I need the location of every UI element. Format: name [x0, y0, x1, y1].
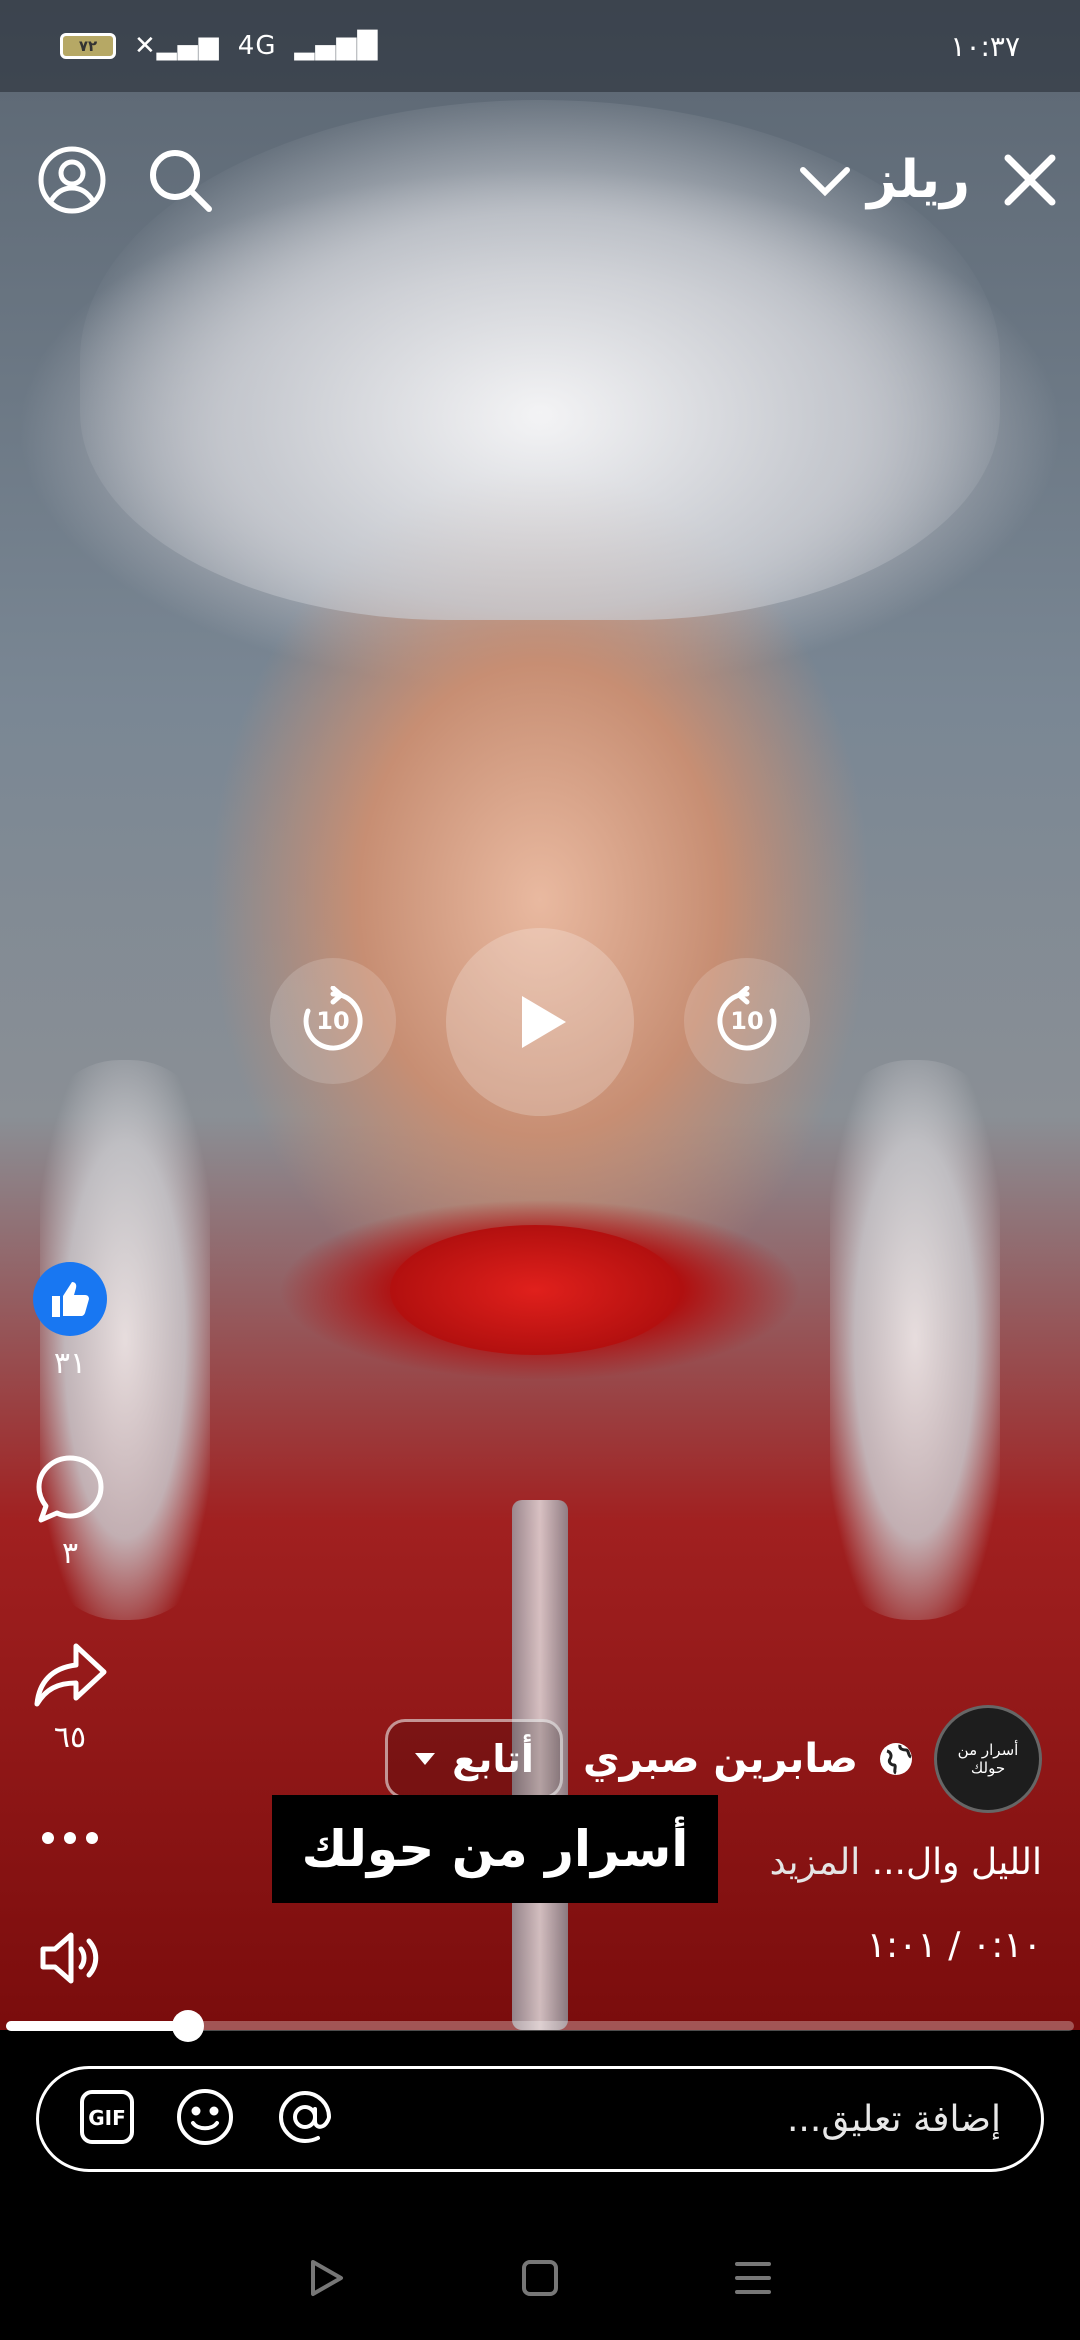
rewind-button[interactable]: 10 — [270, 958, 396, 1084]
likes-count: ٣١ — [53, 1346, 87, 1381]
page-title: ريلز — [866, 150, 970, 210]
status-time: ١٠:٣٧ — [950, 29, 1020, 63]
comments-count: ٣ — [61, 1536, 79, 1571]
gif-icon[interactable]: GIF — [79, 2089, 135, 2149]
share-icon — [34, 1643, 107, 1707]
comment-placeholder: إضافة تعليق... — [786, 2098, 1001, 2140]
forward-seconds: 10 — [730, 1007, 764, 1035]
battery-level: ٧٢ — [78, 37, 98, 55]
progress-thumb[interactable] — [171, 2010, 204, 2042]
comment-input-bar[interactable]: GIF إضافة تعليق... — [36, 2066, 1044, 2172]
system-nav-bar — [0, 2220, 1080, 2340]
follow-button[interactable]: أتابع — [385, 1719, 563, 1799]
close-icon[interactable] — [990, 140, 1070, 220]
video-content — [390, 1225, 680, 1355]
gif-label: GIF — [88, 2106, 126, 2130]
avatar-text: أسرار من حولك — [957, 1741, 1019, 1777]
post-caption[interactable]: الليل وال... المزيد — [770, 1842, 1042, 1883]
speaker-icon — [40, 1932, 99, 1984]
caret-down-icon — [415, 1753, 436, 1765]
forward-button[interactable]: 10 — [684, 958, 810, 1084]
play-icon — [522, 996, 566, 1048]
see-more-link[interactable]: المزيد — [770, 1842, 861, 1883]
mention-icon[interactable] — [275, 2087, 335, 2151]
more-options-button[interactable] — [30, 1828, 110, 1848]
video-content — [830, 1060, 1000, 1620]
status-bar: ٧٢ ✕▂▄▆ 4G ▂▄▆█ ١٠:٣٧ — [0, 0, 1080, 92]
caption-text: الليل وال... — [871, 1842, 1042, 1883]
reels-title-dropdown[interactable]: ريلز — [797, 150, 970, 210]
search-icon[interactable] — [140, 140, 220, 220]
play-button[interactable] — [446, 928, 634, 1116]
comment-button[interactable]: ٣ — [30, 1452, 110, 1571]
battery-icon: ٧٢ — [60, 33, 116, 59]
signal-icon: ▂▄▆█ — [294, 31, 379, 61]
emoji-icon[interactable] — [175, 2087, 235, 2151]
back-icon[interactable] — [307, 2258, 347, 2302]
progress-fill — [6, 2021, 188, 2031]
share-button[interactable]: ٦٥ — [30, 1640, 110, 1755]
video-progress-bar[interactable] — [6, 2010, 1074, 2042]
video-time: ٠:١٠ / ١:٠١ — [866, 1925, 1042, 1966]
profile-icon[interactable] — [32, 140, 112, 220]
network-type: 4G — [237, 31, 277, 61]
avatar[interactable]: أسرار من حولك — [934, 1705, 1042, 1813]
thumbs-up-icon — [33, 1262, 107, 1336]
follow-label: أتابع — [452, 1737, 534, 1781]
globe-icon — [880, 1743, 912, 1775]
comment-icon — [36, 1455, 104, 1523]
more-icon — [42, 1832, 98, 1844]
author-name[interactable]: صابرين صبري — [583, 1736, 858, 1782]
comment-tools: GIF — [79, 2087, 335, 2151]
menu-icon[interactable] — [733, 2258, 773, 2302]
reels-header: ريلز — [0, 140, 1080, 230]
sound-button[interactable] — [30, 1925, 110, 1991]
chevron-down-icon — [799, 167, 850, 197]
shares-count: ٦٥ — [53, 1720, 87, 1755]
rewind-seconds: 10 — [316, 1007, 350, 1035]
status-icons: ٧٢ ✕▂▄▆ 4G ▂▄▆█ — [60, 31, 378, 61]
like-button[interactable]: ٣١ — [30, 1262, 110, 1381]
home-icon[interactable] — [520, 2258, 560, 2302]
signal-icon: ✕▂▄▆ — [134, 31, 220, 61]
video-overlay-text: أسرار من حولك — [272, 1795, 718, 1903]
